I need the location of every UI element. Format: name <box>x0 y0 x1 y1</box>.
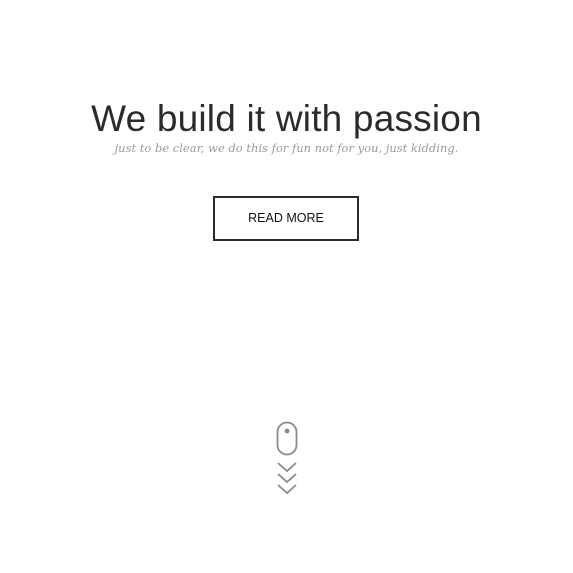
chevron-down-icon <box>277 462 297 473</box>
chevron-down-icon <box>277 484 297 495</box>
chevron-down-icon <box>277 473 297 484</box>
hero-section: We build it with passion just to be clea… <box>0 0 573 573</box>
hero-subtitle: just to be clear, we do this for fun not… <box>114 141 459 155</box>
scroll-down-indicator[interactable] <box>274 421 300 497</box>
scroll-indicator-graphic <box>276 421 298 495</box>
read-more-button[interactable]: READ MORE <box>213 196 359 241</box>
hero-title: We build it with passion <box>91 98 482 139</box>
mouse-icon <box>276 421 298 456</box>
